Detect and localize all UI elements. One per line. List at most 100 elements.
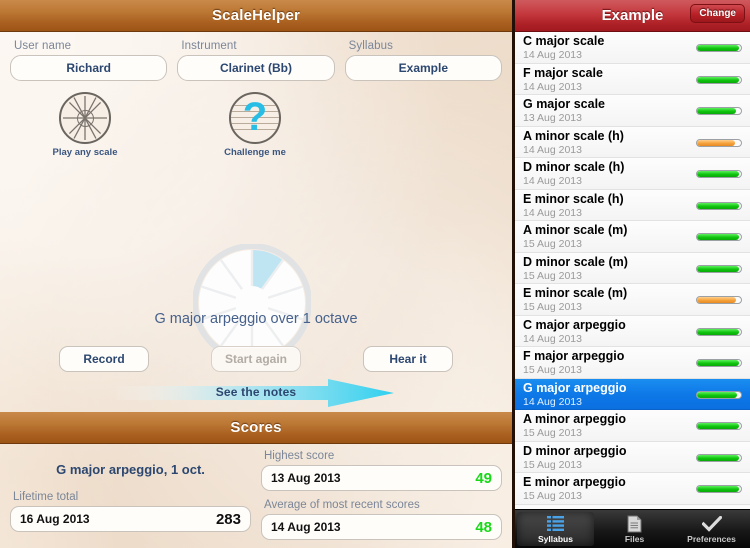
instrument-input[interactable]: Clarinet (Bb) <box>177 55 335 81</box>
list-icon <box>547 515 564 533</box>
scores-title-bar: Scores <box>0 412 512 444</box>
challenge-me-label: Challenge me <box>224 147 286 158</box>
progress-pill <box>696 327 742 336</box>
average-score-date: 14 Aug 2013 <box>271 520 341 534</box>
list-item[interactable]: C major arpeggio 14 Aug 2013 <box>515 315 750 347</box>
scores-right-column: Highest score 13 Aug 2013 49 Average of … <box>261 450 502 540</box>
progress-pill-fill <box>697 360 740 366</box>
progress-pill-fill <box>697 108 736 114</box>
highest-score-row[interactable]: 13 Aug 2013 49 <box>261 465 502 491</box>
average-score-label: Average of most recent scores <box>264 499 420 511</box>
progress-pill <box>696 201 742 210</box>
progress-pill <box>696 44 742 52</box>
see-the-notes-label: See the notes <box>215 385 297 399</box>
action-buttons: Record Start again Hear it <box>0 346 512 372</box>
app-window: ScaleHelper User name Richard Instrument… <box>0 0 750 548</box>
progress-pill <box>696 390 742 399</box>
scale-wheel[interactable] <box>193 244 311 362</box>
lifetime-total-value: 283 <box>215 510 241 528</box>
progress-pill-fill <box>697 139 735 146</box>
field-instrument: Instrument Clarinet (Bb) <box>177 40 335 81</box>
average-score-row[interactable]: 14 Aug 2013 48 <box>261 514 502 540</box>
settings-form: User name Richard Instrument Clarinet (B… <box>0 32 512 81</box>
challenge-me-button[interactable]: ? Challenge me <box>170 92 340 158</box>
tab-preferences[interactable]: Preferences <box>673 510 750 548</box>
current-exercise-label: G major arpeggio over 1 octave <box>154 311 358 327</box>
progress-pill <box>696 422 742 430</box>
average-score-value: 48 <box>475 518 492 536</box>
see-the-notes-arrow[interactable]: See the notes <box>0 378 512 408</box>
list-item[interactable]: E minor scale (m) 15 Aug 2013 <box>515 284 750 316</box>
list-item[interactable]: D minor scale (h) 14 Aug 2013 <box>515 158 750 190</box>
start-again-button[interactable]: Start again <box>210 346 301 372</box>
progress-pill-fill <box>697 234 740 240</box>
instrument-label: Instrument <box>181 40 237 52</box>
list-item[interactable]: G major arpeggio 14 Aug 2013 <box>515 378 750 410</box>
syllabus-title: Example <box>601 7 664 24</box>
progress-pill-fill <box>697 454 740 461</box>
progress-pill <box>696 107 742 115</box>
lifetime-total-row[interactable]: 16 Aug 2013 283 <box>10 506 251 532</box>
user-name-input[interactable]: Richard <box>10 55 168 81</box>
scale-wheel-area: G major arpeggio over 1 octave <box>0 158 512 362</box>
syllabus-input[interactable]: Example <box>344 55 502 81</box>
tab-label: Preferences <box>687 533 736 544</box>
progress-pill-fill <box>697 297 736 303</box>
list-item[interactable]: E minor arpeggio 15 Aug 2013 <box>515 473 750 505</box>
tab-label: Syllabus <box>538 533 573 544</box>
record-button[interactable]: Record <box>58 346 149 372</box>
scores-title: Scores <box>230 419 282 436</box>
change-button[interactable]: Change <box>690 4 745 23</box>
list-item[interactable]: D minor scale (m) 15 Aug 2013 <box>515 252 750 284</box>
field-syllabus: Syllabus Example <box>344 40 502 81</box>
progress-pill <box>696 485 742 493</box>
progress-pill-fill <box>697 328 740 335</box>
syllabus-panel: Example Change C major scale 14 Aug 2013 F… <box>515 0 750 548</box>
scores-section: Scores G major arpeggio, 1 oct. Lifetime… <box>0 412 512 548</box>
scale-list[interactable]: C major scale 14 Aug 2013 F major scale 14 … <box>515 32 750 509</box>
checkmark-icon <box>701 515 722 533</box>
progress-pill-fill <box>697 171 740 177</box>
progress-pill <box>696 75 742 84</box>
syllabus-title-bar: Example Change <box>515 0 750 32</box>
mode-icons: Play any scale ? Challenge me <box>0 92 512 158</box>
progress-pill-fill <box>697 45 740 51</box>
play-any-scale-label: Play any scale <box>52 147 118 158</box>
progress-pill <box>696 453 742 462</box>
user-name-label: User name <box>14 40 72 52</box>
tab-syllabus[interactable]: Syllabus <box>517 512 594 546</box>
list-item[interactable]: D minor arpeggio 15 Aug 2013 <box>515 441 750 473</box>
main-panel: ScaleHelper User name Richard Instrument… <box>0 0 515 548</box>
progress-pill-fill <box>697 265 740 272</box>
list-item[interactable]: G major scale 13 Aug 2013 <box>515 95 750 127</box>
list-item[interactable]: F major scale 14 Aug 2013 <box>515 63 750 95</box>
lifetime-total-label: Lifetime total <box>13 491 79 503</box>
tab-files[interactable]: Files <box>596 510 673 548</box>
highest-score-date: 13 Aug 2013 <box>271 471 341 485</box>
list-item[interactable]: A minor arpeggio 15 Aug 2013 <box>515 410 750 442</box>
play-any-scale-button[interactable]: Play any scale <box>0 92 170 158</box>
app-title: ScaleHelper <box>211 7 301 24</box>
progress-pill <box>696 233 742 241</box>
wheel-hub <box>76 109 94 127</box>
progress-pill <box>696 138 742 147</box>
progress-pill-fill <box>697 391 738 398</box>
progress-pill-fill <box>697 486 740 492</box>
progress-pill-fill <box>697 202 740 209</box>
list-item[interactable]: A minor scale (m) 15 Aug 2013 <box>515 221 750 253</box>
list-item[interactable]: A minor scale (h) 14 Aug 2013 <box>515 126 750 158</box>
progress-pill <box>696 170 742 178</box>
question-mark-icon: ? <box>229 92 281 144</box>
app-title-bar: ScaleHelper <box>0 0 512 32</box>
wheel-icon <box>59 92 111 144</box>
progress-pill <box>696 264 742 273</box>
list-item[interactable]: C major scale 14 Aug 2013 <box>515 32 750 64</box>
list-item[interactable]: E minor scale (h) 14 Aug 2013 <box>515 189 750 221</box>
scores-left-column: G major arpeggio, 1 oct. Lifetime total … <box>10 450 251 540</box>
hear-it-button[interactable]: Hear it <box>363 346 453 372</box>
list-item[interactable]: F major arpeggio 15 Aug 2013 <box>515 347 750 379</box>
scores-body: G major arpeggio, 1 oct. Lifetime total … <box>0 444 512 548</box>
progress-pill-fill <box>697 423 740 429</box>
current-scale-label: G major arpeggio, 1 oct. <box>56 462 205 477</box>
